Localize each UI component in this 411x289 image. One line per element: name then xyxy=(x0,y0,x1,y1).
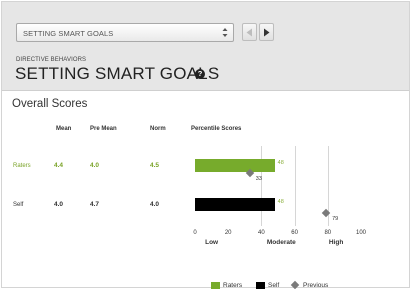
gridline xyxy=(294,146,296,226)
legend-previous: Previous xyxy=(290,280,329,289)
x-tick-label: 100 xyxy=(355,230,367,236)
gridline xyxy=(261,146,263,226)
legend-self-swatch xyxy=(256,281,265,289)
goal-selector-value: SETTING SMART GOALS xyxy=(23,29,114,38)
row-label-self: Self xyxy=(13,202,24,208)
percentile-chart: 48 33 48 79 0 20 40 60 80 100 Low Modera… xyxy=(191,146,383,248)
x-tick-label: 0 xyxy=(193,230,197,236)
legend-raters: Raters xyxy=(211,281,242,289)
raters-bar xyxy=(195,159,275,172)
x-tick-label: 60 xyxy=(291,230,298,236)
legend-self: Self xyxy=(256,281,279,289)
report-panel: SETTING SMART GOALS DIRECTIVE BEHAVIORS … xyxy=(1,1,410,289)
category-label: DIRECTIVE BEHAVIORS xyxy=(16,57,87,63)
column-header-norm: Norm xyxy=(150,126,166,132)
x-tick-label: 20 xyxy=(224,230,232,236)
self-previous-label: 79 xyxy=(332,216,339,222)
column-header-pre-mean: Pre Mean xyxy=(90,126,117,132)
section-title: Overall Scores xyxy=(12,98,88,110)
next-goal-button[interactable] xyxy=(259,23,274,41)
legend-raters-swatch xyxy=(211,281,220,289)
raters-bar-label: 48 xyxy=(277,160,284,166)
row-label-raters: Raters xyxy=(13,163,31,169)
diamond-icon xyxy=(290,280,300,289)
goal-selector-dropdown[interactable]: SETTING SMART GOALS xyxy=(16,23,234,42)
band-label-moderate: Moderate xyxy=(266,239,296,246)
x-tick-label: 80 xyxy=(324,230,332,236)
previous-goal-button[interactable] xyxy=(242,23,257,41)
column-header-percentile: Percentile Scores xyxy=(191,126,242,132)
band-label-low: Low xyxy=(205,239,219,246)
header-band: SETTING SMART GOALS DIRECTIVE BEHAVIORS … xyxy=(2,2,409,91)
column-header-mean: Mean xyxy=(56,126,72,132)
self-previous-marker xyxy=(321,208,331,218)
x-tick-label: 40 xyxy=(258,230,265,236)
self-bar xyxy=(195,198,275,211)
page-title: SETTING SMART GOALS xyxy=(15,64,220,83)
self-bar-label: 48 xyxy=(277,199,284,205)
raters-previous-label: 33 xyxy=(255,176,262,182)
band-label-high: High xyxy=(328,239,344,246)
self-mean: 4.0 xyxy=(54,201,64,208)
legend-raters-label: Raters xyxy=(223,281,243,289)
raters-pre-mean: 4.0 xyxy=(90,162,100,169)
raters-mean: 4.4 xyxy=(54,162,64,169)
raters-norm: 4.5 xyxy=(150,162,160,169)
legend-self-label: Self xyxy=(268,281,280,289)
select-arrows-icon xyxy=(222,27,228,38)
self-pre-mean: 4.7 xyxy=(90,201,100,208)
legend-previous-label: Previous xyxy=(303,281,329,289)
self-norm: 4.0 xyxy=(150,201,160,208)
help-icon[interactable]: ? xyxy=(195,69,205,79)
triangle-left-icon xyxy=(246,28,252,36)
triangle-right-icon xyxy=(264,28,270,36)
